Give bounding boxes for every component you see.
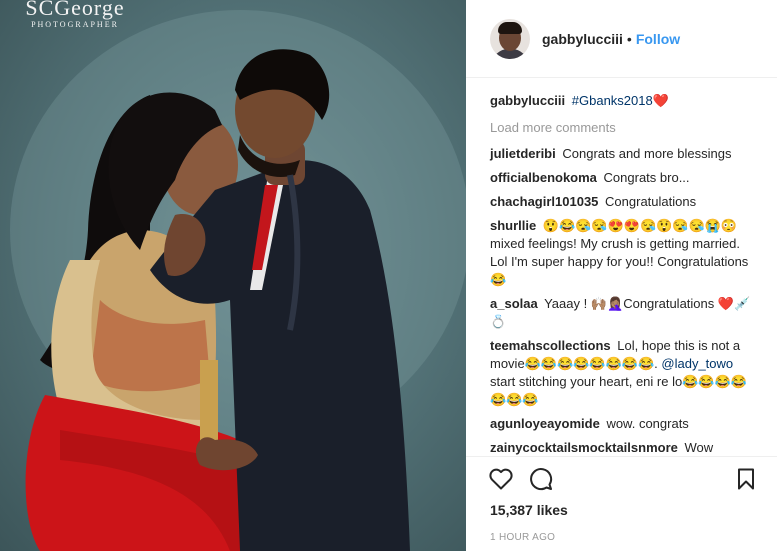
caption-username[interactable]: gabbylucciii [490, 93, 565, 108]
comment-item: a_solaa Yaaay ! 🙌🏽🤦🏽‍♀️Congratulations ❤… [490, 295, 753, 331]
comment-item: teemahscollections Lol, hope this is not… [490, 337, 753, 409]
comment-username[interactable]: shurllie [490, 218, 536, 233]
header-username[interactable]: gabbylucciii [542, 31, 623, 47]
comment-button[interactable] [528, 466, 554, 492]
comments-list: gabbylucciii #Gbanks2018❤️ Load more com… [466, 78, 777, 456]
comment-username[interactable]: agunloyeayomide [490, 416, 600, 431]
comment-text: Congratulations [605, 194, 697, 209]
comment-item: officialbenokoma Congrats bro... [490, 169, 753, 187]
like-button[interactable] [488, 466, 514, 492]
post-header: gabbylucciii • Follow [466, 0, 777, 78]
comment-username[interactable]: chachagirl101035 [490, 194, 598, 209]
comment-item: julietderibi Congrats and more blessings [490, 145, 753, 163]
comment-text: Congrats bro... [603, 170, 690, 185]
header-separator: • [626, 30, 632, 47]
comment-text: Congrats and more blessings [562, 146, 732, 161]
comment-text-continued: start stitching your heart, eni re lo😂😂😂… [490, 374, 747, 407]
watermark-subtitle: PHOTOGRAPHER [31, 20, 119, 29]
caption-hashtag[interactable]: #Gbanks2018 [572, 93, 653, 108]
comment-username[interactable]: officialbenokoma [490, 170, 597, 185]
comment-username[interactable]: teemahscollections [490, 338, 611, 353]
bookmark-icon [738, 468, 754, 490]
watermark-name: SCGeorge [25, 0, 125, 20]
post-caption: gabbylucciii #Gbanks2018❤️ [490, 92, 753, 110]
comment-item: chachagirl101035 Congratulations [490, 193, 753, 211]
post-photo[interactable]: SCGeorge PHOTOGRAPHER [0, 0, 466, 551]
heart-icon [489, 468, 513, 490]
avatar[interactable] [490, 18, 530, 59]
comment-username[interactable]: julietderibi [490, 146, 556, 161]
comment-item: agunloyeayomide wow. congrats [490, 415, 753, 433]
photographer-watermark: SCGeorge PHOTOGRAPHER [0, 0, 150, 29]
load-more-comments-button[interactable]: Load more comments [490, 120, 753, 135]
likes-count[interactable]: 15,387 likes [466, 502, 777, 518]
follow-button[interactable]: Follow [636, 31, 680, 47]
post-timestamp: 1 HOUR AGO [490, 532, 556, 543]
comment-text: wow. congrats [606, 416, 689, 431]
post-actions: 15,387 likes 1 HOUR AGO [466, 456, 777, 543]
action-icons-row [466, 457, 777, 501]
comment-icon [530, 468, 553, 491]
save-button[interactable] [733, 466, 759, 492]
comment-username[interactable]: a_solaa [490, 296, 538, 311]
comment-text: Wow [684, 440, 714, 455]
comment-mention[interactable]: @lady_towo [661, 356, 733, 371]
heart-emoji: ❤️ [652, 93, 669, 108]
couple-illustration [10, 10, 466, 551]
comment-item: zainycocktailsmocktailsnmore Wow [490, 439, 753, 456]
comment-username[interactable]: zainycocktailsmocktailsnmore [490, 440, 678, 455]
post-side-panel: gabbylucciii • Follow gabbylucciii #Gban… [466, 0, 777, 551]
comment-item: shurllie 😲😂😪😪😍😍😪😲😪😪😭😳 mixed feelings! My… [490, 217, 753, 289]
